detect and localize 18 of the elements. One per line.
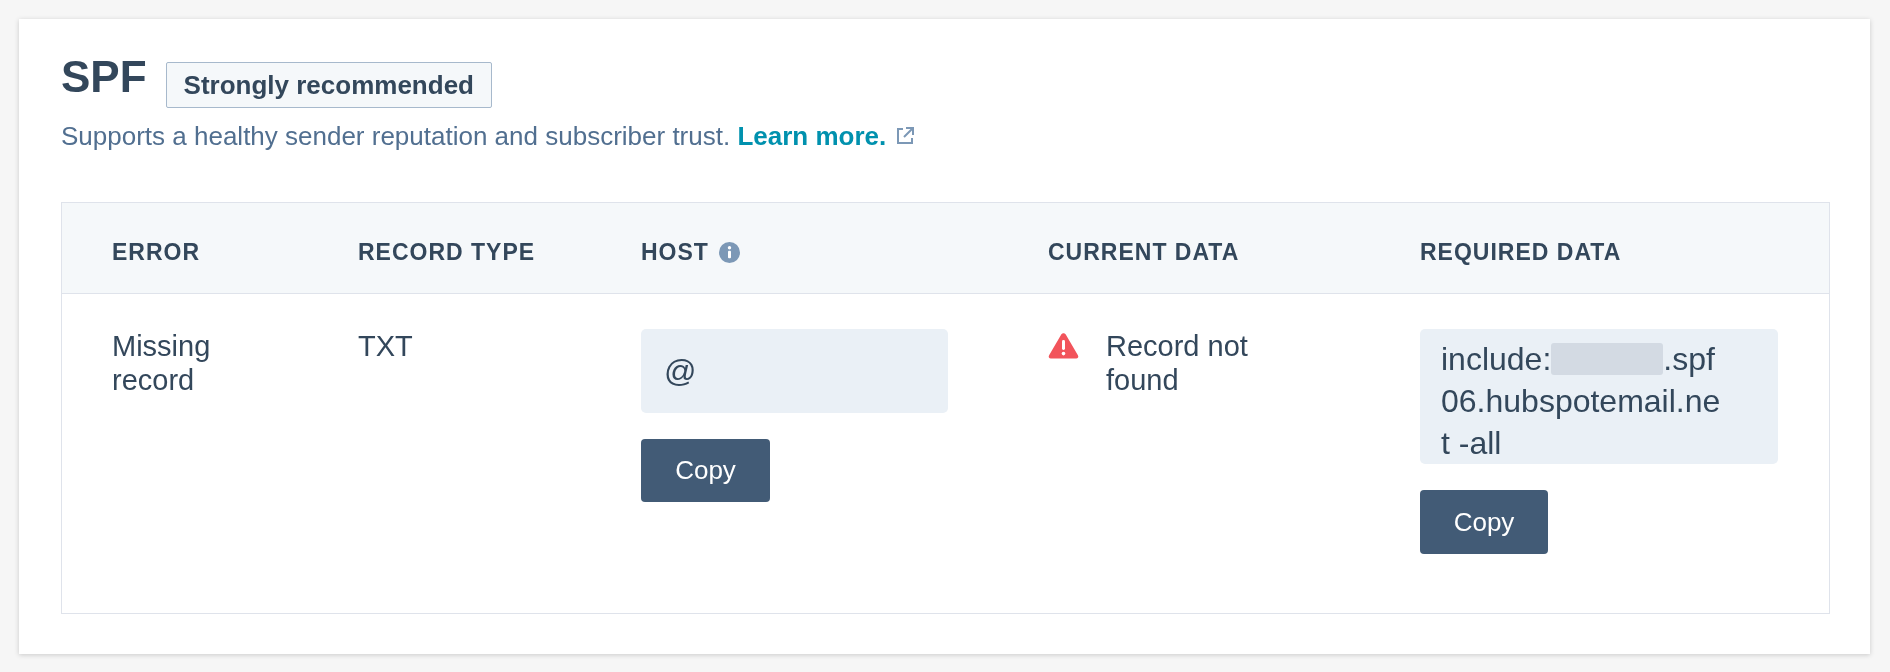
column-header: ERROR: [112, 241, 201, 264]
external-link-icon: [895, 126, 916, 146]
info-icon[interactable]: [718, 242, 740, 263]
copy-button[interactable]: Copy: [1420, 490, 1548, 554]
required-data-field[interactable]: include: .spf06.hubspotemail.net -all: [1420, 329, 1778, 464]
section-title: SPF: [61, 51, 147, 103]
status-text: Record not found: [1106, 329, 1249, 397]
table-cell-text: TXT: [358, 329, 414, 363]
column-header: RECORD TYPE: [358, 241, 536, 264]
description-text: Supports a healthy sender reputation and subscriber trust. Learn more.: [61, 120, 1830, 152]
column-header: REQUIRED DATA: [1420, 241, 1622, 264]
learn-more-link[interactable]: Learn more.: [737, 121, 916, 151]
table-cell-text: Missing record: [112, 329, 212, 397]
copy-button[interactable]: Copy: [641, 439, 770, 502]
column-header: CURRENT DATA: [1048, 241, 1240, 264]
recommendation-badge: Strongly recommended: [165, 62, 492, 108]
column-header: HOST: [641, 241, 709, 264]
host-field[interactable]: @: [641, 329, 948, 413]
